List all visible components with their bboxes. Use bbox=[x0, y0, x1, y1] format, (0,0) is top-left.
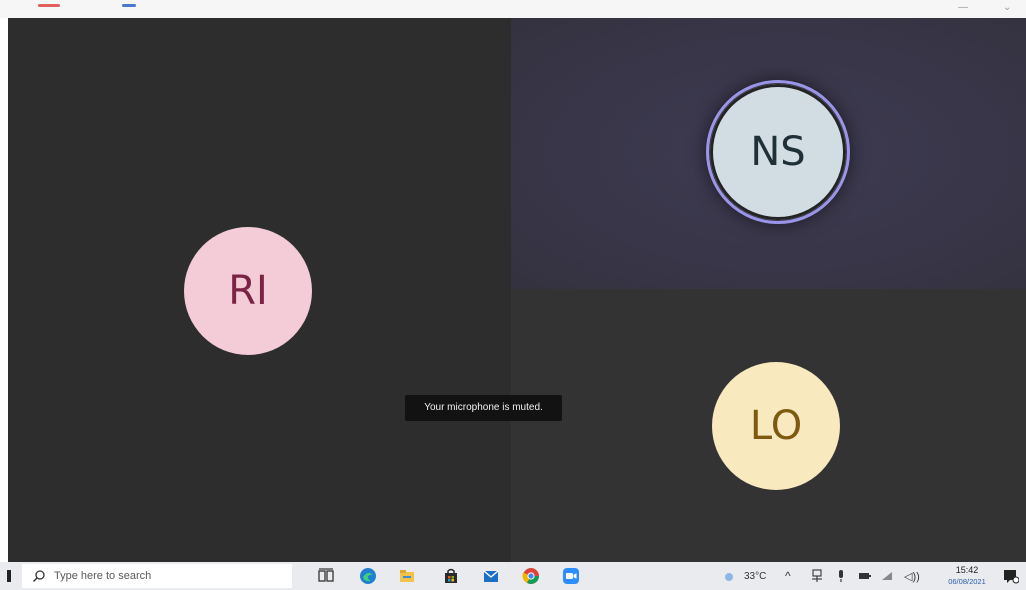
close-icon[interactable]: ⌄ bbox=[1003, 3, 1011, 13]
notification-center-icon[interactable] bbox=[1003, 568, 1019, 584]
mail-icon[interactable] bbox=[482, 567, 500, 585]
mic-muted-toast: Your microphone is muted. bbox=[405, 395, 562, 421]
avatar-lo: LO bbox=[712, 362, 840, 490]
minimize-icon[interactable]: — bbox=[958, 3, 968, 13]
window-title-bar: — ⌄ bbox=[0, 0, 1026, 18]
tab-indicator-blue[interactable] bbox=[122, 4, 136, 7]
avatar-ri: RI bbox=[184, 227, 312, 355]
store-icon[interactable] bbox=[442, 567, 460, 585]
windows-taskbar: Type here to search 33°C ^ ◁)) 15:42 06/… bbox=[0, 562, 1026, 590]
avatar-initials: NS bbox=[750, 129, 806, 175]
avatar-initials: RI bbox=[228, 268, 268, 314]
task-view-icon[interactable] bbox=[317, 567, 335, 585]
file-explorer-icon[interactable] bbox=[398, 567, 416, 585]
speaker-icon[interactable]: ◁)) bbox=[904, 562, 920, 590]
edge-icon[interactable] bbox=[359, 567, 377, 585]
participant-tile-ri[interactable]: RI bbox=[8, 18, 511, 562]
meeting-video-grid: RI NS LO bbox=[8, 18, 1026, 562]
participant-tile-lo[interactable]: LO bbox=[511, 289, 1026, 562]
taskbar-search-box[interactable]: Type here to search bbox=[22, 564, 292, 588]
chevron-up-icon[interactable]: ^ bbox=[785, 562, 791, 590]
avatar-ns: NS bbox=[710, 84, 846, 220]
weather-icon[interactable] bbox=[722, 569, 736, 583]
battery-icon[interactable] bbox=[858, 570, 872, 582]
search-icon bbox=[33, 570, 45, 582]
avatar-initials: LO bbox=[749, 403, 803, 449]
wifi-icon[interactable] bbox=[880, 570, 894, 582]
search-placeholder: Type here to search bbox=[54, 570, 152, 582]
meet-now-icon[interactable] bbox=[811, 569, 823, 583]
start-button[interactable] bbox=[7, 570, 11, 582]
microphone-icon[interactable] bbox=[836, 569, 846, 583]
tab-indicator-red[interactable] bbox=[38, 4, 60, 7]
taskbar-clock[interactable]: 15:42 06/08/2021 bbox=[940, 565, 994, 587]
clock-time: 15:42 bbox=[955, 565, 979, 575]
zoom-icon[interactable] bbox=[562, 567, 580, 585]
participant-tile-ns-speaking[interactable]: NS bbox=[511, 18, 1026, 289]
clock-date: 06/08/2021 bbox=[948, 577, 986, 586]
chrome-icon[interactable] bbox=[522, 567, 540, 585]
temperature-label[interactable]: 33°C bbox=[744, 562, 766, 590]
